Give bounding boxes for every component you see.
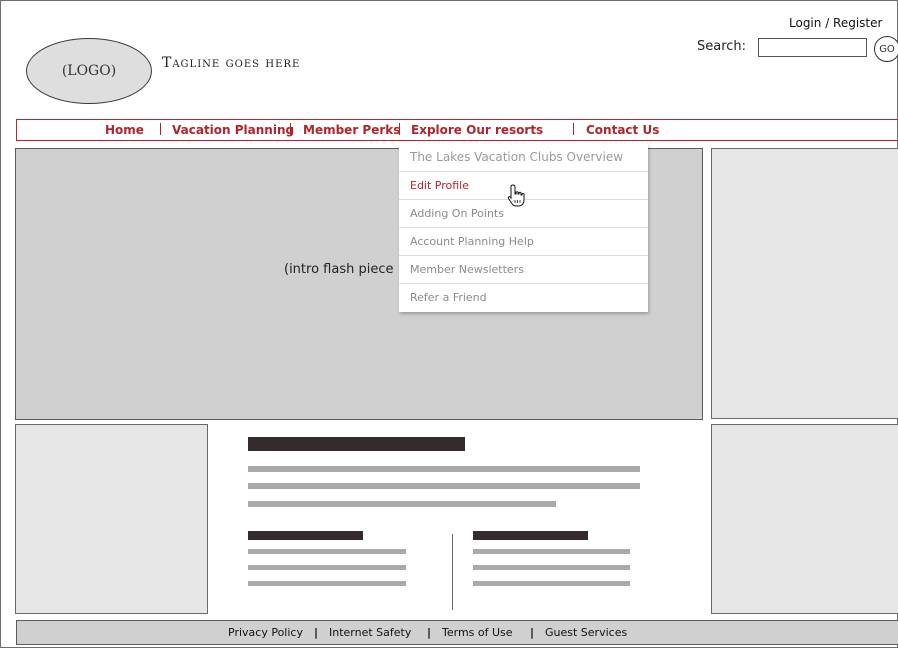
go-button[interactable]: GO bbox=[874, 36, 898, 62]
hand-pointer-icon bbox=[507, 184, 525, 207]
nav-item-vacation-planning[interactable]: Vacation Planning bbox=[172, 123, 294, 137]
side-panel-bottom bbox=[711, 424, 898, 614]
side-panel-top bbox=[711, 148, 898, 419]
logo[interactable]: (LOGO) bbox=[26, 38, 152, 104]
footer-separator: | bbox=[427, 626, 432, 639]
footer-separator: | bbox=[530, 626, 535, 639]
content-heading-bar bbox=[248, 437, 465, 451]
nav-item-explore-our-resorts[interactable]: Explore Our resorts bbox=[411, 123, 543, 137]
text-line-right bbox=[473, 565, 630, 570]
nav-separator bbox=[290, 123, 291, 135]
content-text-line bbox=[248, 466, 640, 472]
column-divider bbox=[452, 534, 453, 610]
dropdown-item-refer-a-friend[interactable]: Refer a Friend bbox=[399, 284, 648, 312]
nav-item-home[interactable]: Home bbox=[105, 123, 144, 137]
content-text-line bbox=[248, 483, 640, 489]
subheading-bar-right bbox=[473, 531, 588, 540]
dropdown-item-account-planning-help[interactable]: Account Planning Help bbox=[399, 228, 648, 256]
login-register-link[interactable]: Login / Register bbox=[789, 16, 882, 30]
left-image-panel bbox=[15, 424, 208, 614]
tagline: Tagline goes here bbox=[162, 55, 301, 71]
text-line-left bbox=[248, 565, 406, 570]
footer-link-guest-services[interactable]: Guest Services bbox=[545, 626, 627, 639]
nav-item-member-perks[interactable]: Member Perks bbox=[303, 123, 400, 137]
explore-resorts-dropdown: The Lakes Vacation Clubs Overview Edit P… bbox=[399, 144, 648, 312]
search-input[interactable] bbox=[758, 38, 867, 57]
nav-separator bbox=[399, 123, 400, 135]
nav-separator bbox=[573, 123, 574, 135]
logo-text: (LOGO) bbox=[61, 63, 117, 79]
nav-separator bbox=[160, 123, 161, 135]
text-line-left bbox=[248, 581, 406, 586]
footer-link-terms-of-use[interactable]: Terms of Use bbox=[442, 626, 513, 639]
text-line-right bbox=[473, 581, 630, 586]
intro-flash-placeholder: (intro flash piece bbox=[284, 262, 394, 277]
dropdown-item-member-newsletters[interactable]: Member Newsletters bbox=[399, 256, 648, 284]
subheading-bar-left bbox=[248, 531, 363, 540]
footer-link-internet-safety[interactable]: Internet Safety bbox=[329, 626, 411, 639]
text-line-left bbox=[248, 549, 406, 554]
text-line-right bbox=[473, 549, 630, 554]
dropdown-item-overview[interactable]: The Lakes Vacation Clubs Overview bbox=[399, 144, 648, 172]
search-label: Search: bbox=[697, 39, 747, 54]
footer-link-privacy-policy[interactable]: Privacy Policy bbox=[228, 626, 303, 639]
footer-separator: | bbox=[314, 626, 319, 639]
content-text-line bbox=[248, 501, 556, 507]
nav-item-contact-us[interactable]: Contact Us bbox=[586, 123, 659, 137]
